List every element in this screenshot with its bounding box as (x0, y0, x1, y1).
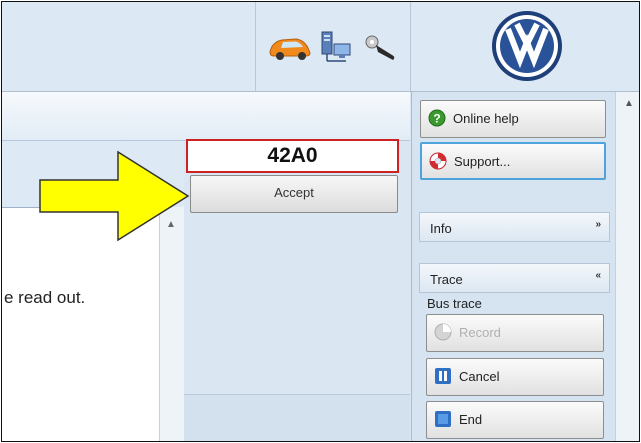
key-icon (365, 35, 395, 60)
header-divider (410, 2, 411, 91)
network-icon (321, 31, 351, 62)
stop-icon (435, 411, 451, 427)
trace-section-header[interactable]: Trace « (419, 263, 610, 293)
expand-icon[interactable]: » (595, 219, 601, 230)
content-scrollbar[interactable]: ▲ (159, 207, 184, 441)
pointer-arrow-icon (39, 150, 190, 242)
message-box (2, 207, 183, 441)
record-icon (434, 323, 452, 341)
online-help-label: Online help (453, 111, 519, 126)
message-text: e read out. (4, 288, 86, 307)
record-label: Record (459, 325, 501, 340)
app-window: ▲ e read out. 42A0 Accept ▲ ? Online hel… (1, 1, 640, 442)
toolbar-strip (2, 92, 410, 141)
end-button[interactable]: End (426, 401, 604, 439)
header-bar (2, 2, 639, 92)
code-input[interactable]: 42A0 (186, 139, 399, 173)
trace-section-title: Trace (430, 272, 463, 287)
support-button[interactable]: Support... (420, 142, 606, 180)
cancel-button[interactable]: Cancel (426, 358, 604, 396)
help-icon: ? (428, 109, 446, 127)
support-label: Support... (454, 154, 511, 169)
end-label: End (459, 412, 483, 427)
pause-icon (435, 368, 451, 384)
scroll-up-icon[interactable]: ▲ (624, 98, 634, 109)
collapse-icon[interactable]: « (595, 270, 601, 281)
lifebuoy-icon (429, 152, 447, 170)
input-column-footer (184, 394, 410, 441)
header-divider (255, 2, 256, 91)
info-section-header[interactable]: Info » (419, 212, 610, 242)
sidebar-scrollbar[interactable]: ▲ (615, 92, 639, 441)
svg-text:?: ? (433, 112, 440, 126)
bus-trace-label: Bus trace (427, 296, 482, 311)
info-section-title: Info (430, 221, 452, 236)
vw-logo (492, 11, 562, 81)
status-icons (269, 31, 395, 62)
cancel-label: Cancel (459, 369, 500, 384)
accept-button[interactable]: Accept (190, 175, 398, 213)
car-icon (269, 38, 311, 60)
record-button[interactable]: Record (426, 314, 604, 352)
online-help-button[interactable]: ? Online help (420, 100, 606, 138)
